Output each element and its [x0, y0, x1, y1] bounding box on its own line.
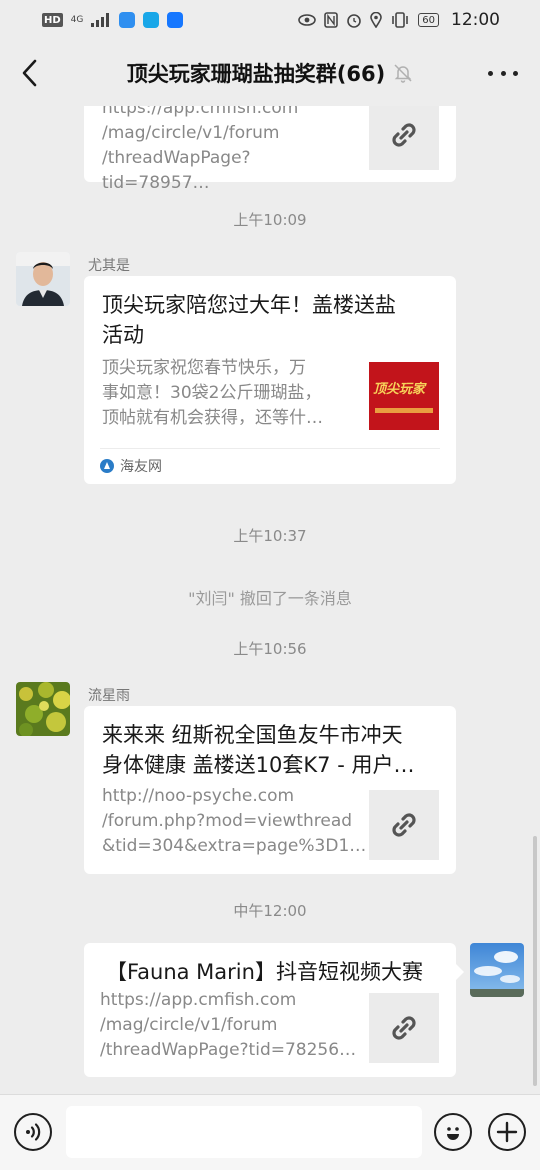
link-description: https://app.cmfish.com /mag/circle/v1/fo…: [102, 106, 352, 196]
timestamp: 上午10:37: [233, 527, 307, 545]
more-functions-button[interactable]: [488, 1113, 526, 1151]
plus-icon: [496, 1121, 518, 1143]
card-divider: [100, 448, 440, 449]
chat-header: 顶尖玩家珊瑚盐抽奖群(66): [0, 40, 540, 106]
emoji-button[interactable]: [434, 1113, 472, 1151]
link-desc-line: /threadWapPage?tid=78256…: [100, 1040, 357, 1060]
article-title-line: 顶尖玩家陪您过大年！盖楼送盐: [102, 293, 396, 317]
nfc-icon: [324, 12, 339, 28]
link-desc-line: https://app.cmfish.com: [100, 990, 297, 1010]
link-card[interactable]: 来来来 纽斯祝全国鱼友牛市冲天 身体健康 盖楼送10套K7 - 用户… http…: [84, 706, 456, 874]
bubble-tail: [456, 964, 464, 980]
alipay-app-icon: [167, 12, 184, 28]
source-name: 海友网: [120, 459, 162, 475]
signal-icon: [91, 13, 110, 27]
sender-name: 尤其是: [88, 258, 130, 274]
link-title: 【Fauna Marin】抖音短视频大赛: [106, 960, 423, 984]
link-title-line: 来来来 纽斯祝全国鱼友牛市冲天: [102, 723, 403, 747]
link-card[interactable]: 【Fauna Marin】抖音短视频大赛 https://app.cmfish.…: [84, 943, 456, 1077]
status-right: 60 12:00: [298, 10, 500, 30]
thumbnail-caption: 顶尖玩家: [373, 382, 426, 397]
clock: 12:00: [451, 10, 500, 30]
article-source: 海友网: [100, 456, 162, 476]
chat-title: 顶尖玩家珊瑚盐抽奖群(66): [126, 62, 386, 86]
timestamp: 上午10:09: [233, 211, 307, 229]
battery-indicator: 60: [418, 13, 439, 27]
back-button[interactable]: [14, 56, 44, 90]
scrollbar[interactable]: [533, 836, 537, 1086]
vibrate-icon: [392, 12, 409, 28]
article-title: 顶尖玩家陪您过大年！盖楼送盐 活动: [102, 290, 442, 350]
status-bar: HD 4G 60 12:00: [0, 0, 540, 40]
title-wrap: 顶尖玩家珊瑚盐抽奖群(66): [0, 40, 540, 106]
article-desc-line: 顶帖就有机会获得，还等什…: [102, 408, 323, 428]
person-photo: [16, 252, 70, 306]
article-desc-line: 顶尖玩家祝您春节快乐，万: [102, 358, 306, 378]
bulb-app-icon: [143, 12, 160, 28]
link-thumbnail: [369, 106, 439, 170]
link-desc-line: &tid=304&extra=page%3D1…: [102, 836, 367, 856]
article-description: 顶尖玩家祝您春节快乐，万 事如意！30袋2公斤珊瑚盐， 顶帖就有机会获得，还等什…: [102, 356, 352, 431]
voice-button[interactable]: [14, 1113, 52, 1151]
thumbnail-bar: [375, 408, 433, 413]
sky-photo: [470, 943, 524, 997]
more-dot-icon: [488, 70, 493, 76]
link-desc-line: http://noo-psyche.com: [102, 786, 295, 806]
link-desc-line: /forum.php?mod=viewthread: [102, 811, 353, 831]
input-bar: [0, 1094, 540, 1170]
avatar[interactable]: [16, 252, 70, 306]
location-icon: [370, 12, 383, 28]
status-left: HD 4G: [42, 12, 184, 28]
more-options-button[interactable]: [488, 62, 518, 84]
timestamp: 中午12:00: [233, 902, 307, 920]
recall-notice: "刘闫" 撤回了一条消息: [188, 589, 352, 608]
link-desc-line: https://app.cmfish.com: [102, 106, 299, 118]
message-input[interactable]: [66, 1106, 422, 1158]
link-desc-line: /mag/circle/v1/forum: [100, 1015, 278, 1035]
timestamp: 上午10:56: [233, 640, 307, 658]
avatar[interactable]: [16, 682, 70, 736]
alarm-icon: [347, 14, 362, 28]
smile-icon: [447, 1127, 459, 1140]
network-type: 4G: [70, 14, 84, 25]
chain-link-icon: [392, 123, 416, 147]
article-card[interactable]: 顶尖玩家陪您过大年！盖楼送盐 活动 顶尖玩家祝您春节快乐，万 事如意！30袋2公…: [84, 276, 456, 484]
link-thumbnail: [369, 993, 439, 1063]
voice-icon: [26, 1123, 41, 1141]
link-title-line: 身体健康 盖楼送10套K7 - 用户…: [102, 753, 415, 777]
more-dot-icon: [500, 70, 506, 76]
coral-photo: [16, 682, 70, 736]
source-logo-icon: [100, 459, 114, 473]
chain-link-icon: [392, 1016, 416, 1040]
eye-icon: [298, 14, 317, 26]
article-title-line: 活动: [102, 323, 144, 347]
link-desc-line: /threadWapPage?tid=78957…: [102, 148, 251, 193]
link-desc-line: /mag/circle/v1/forum: [102, 123, 280, 143]
sender-name: 流星雨: [88, 688, 130, 704]
back-arrow-icon: [22, 59, 37, 87]
hd-badge: HD: [42, 13, 63, 27]
link-description: https://app.cmfish.com /mag/circle/v1/fo…: [100, 988, 360, 1063]
cloud-app-icon: [119, 12, 136, 28]
avatar[interactable]: [470, 943, 524, 997]
chat-area[interactable]: https://app.cmfish.com /mag/circle/v1/fo…: [0, 106, 540, 1094]
mute-bell-icon: [394, 64, 412, 83]
more-dot-icon: [513, 70, 518, 76]
link-thumbnail: [369, 790, 439, 860]
article-thumbnail: 顶尖玩家: [369, 362, 439, 430]
link-description: http://noo-psyche.com /forum.php?mod=vie…: [102, 784, 367, 859]
link-card[interactable]: https://app.cmfish.com /mag/circle/v1/fo…: [84, 106, 456, 193]
article-desc-line: 事如意！30袋2公斤珊瑚盐，: [102, 383, 322, 403]
chain-link-icon: [392, 813, 416, 837]
link-title: 来来来 纽斯祝全国鱼友牛市冲天 身体健康 盖楼送10套K7 - 用户…: [102, 720, 442, 780]
